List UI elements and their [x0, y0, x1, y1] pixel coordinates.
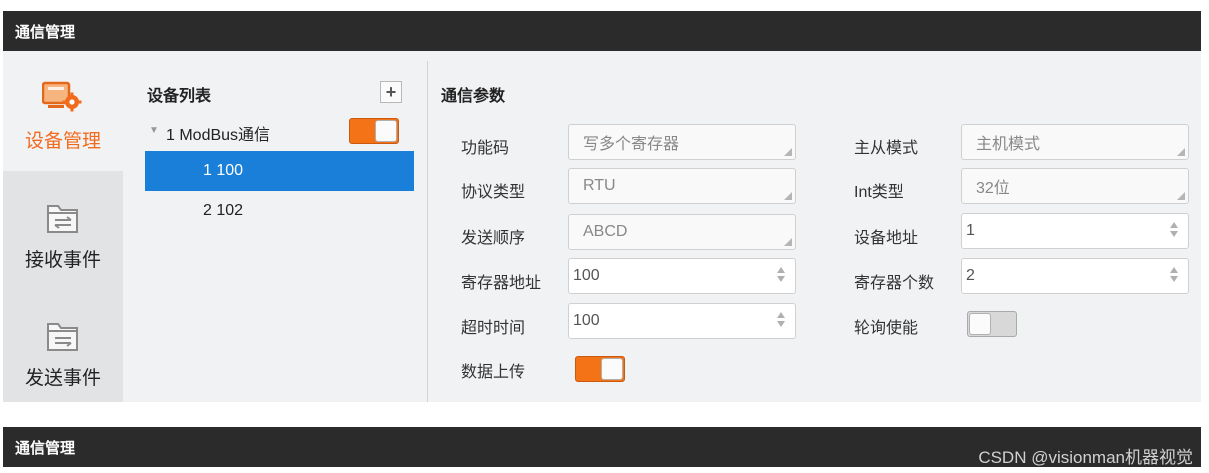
add-device-button[interactable]: +: [380, 81, 402, 103]
master-slave-select[interactable]: 主机模式: [961, 124, 1189, 160]
device-address-spinbox[interactable]: 1: [961, 213, 1189, 249]
spin-arrows-icon[interactable]: [776, 312, 786, 330]
register-count-value: 2: [966, 267, 975, 284]
nav-device-management[interactable]: 设备管理: [3, 51, 123, 171]
device-list-item[interactable]: 2 102: [145, 191, 414, 231]
folder-send-icon: [45, 319, 81, 358]
register-count-spinbox[interactable]: 2: [961, 258, 1189, 294]
spin-arrows-icon[interactable]: [776, 267, 786, 285]
device-item-label: 2 102: [203, 202, 244, 219]
nav-label: 接收事件: [24, 250, 101, 271]
folder-receive-icon: [45, 201, 81, 240]
dropdown-grip-icon: [1177, 192, 1185, 200]
plus-icon: +: [385, 82, 397, 102]
int-type-label: Int类型: [854, 184, 904, 201]
communication-panel: 设备管理 接收事件 发送事件 设备列表 + ▼ 1 ModBus通信 1 100…: [3, 51, 1201, 402]
device-list-item[interactable]: 1 100: [145, 151, 414, 191]
timeout-label: 超时时间: [461, 320, 526, 337]
spin-arrows-icon[interactable]: [1169, 222, 1179, 240]
send-order-label: 发送顺序: [461, 230, 526, 247]
device-list-title: 设备列表: [147, 88, 212, 105]
device-gear-icon: [41, 81, 84, 118]
device-address-value: 1: [966, 222, 975, 239]
register-address-label: 寄存器地址: [461, 275, 542, 292]
toggle-knob: [375, 120, 397, 142]
polling-enable-toggle[interactable]: [967, 311, 1017, 337]
protocol-type-value: RTU: [583, 177, 616, 194]
toggle-knob: [601, 358, 623, 380]
panel-divider: [427, 61, 428, 402]
send-order-value: ABCD: [583, 223, 628, 240]
chevron-down-icon[interactable]: ▼: [149, 125, 159, 136]
register-address-spinbox[interactable]: 100: [568, 258, 796, 294]
dropdown-grip-icon: [784, 148, 792, 156]
toggle-knob: [969, 313, 991, 335]
function-code-label: 功能码: [461, 140, 510, 157]
master-slave-value: 主机模式: [976, 136, 1041, 153]
data-upload-toggle[interactable]: [575, 356, 625, 382]
timeout-value: 100: [573, 312, 600, 329]
device-group-row[interactable]: ▼ 1 ModBus通信: [147, 118, 417, 149]
dropdown-grip-icon: [1177, 148, 1185, 156]
protocol-type-select[interactable]: RTU: [568, 168, 796, 204]
function-code-select[interactable]: 写多个寄存器: [568, 124, 796, 160]
nav-receive-events[interactable]: 接收事件: [3, 171, 123, 286]
dropdown-grip-icon: [784, 192, 792, 200]
side-nav: 设备管理 接收事件 发送事件: [3, 51, 123, 402]
dropdown-grip-icon: [784, 238, 792, 246]
device-address-label: 设备地址: [854, 230, 919, 247]
send-order-select[interactable]: ABCD: [568, 214, 796, 250]
nav-label: 设备管理: [24, 131, 101, 152]
int-type-value: 32位: [976, 180, 1010, 197]
device-group-enable-toggle[interactable]: [349, 118, 399, 144]
window-titlebar: 通信管理: [3, 11, 1201, 51]
device-list: 设备列表 + ▼ 1 ModBus通信 1 100 2 102: [123, 51, 427, 402]
timeout-spinbox[interactable]: 100: [568, 303, 796, 339]
params-title: 通信参数: [441, 88, 506, 105]
register-count-label: 寄存器个数: [854, 275, 935, 292]
protocol-type-label: 协议类型: [461, 184, 526, 201]
device-item-label: 1 100: [203, 162, 244, 179]
window-title: 通信管理: [15, 23, 76, 41]
spin-arrows-icon[interactable]: [1169, 267, 1179, 285]
nav-send-events[interactable]: 发送事件: [3, 286, 123, 402]
int-type-select[interactable]: 32位: [961, 168, 1189, 204]
master-slave-label: 主从模式: [854, 140, 919, 157]
data-upload-label: 数据上传: [461, 364, 526, 381]
device-group-label: 1 ModBus通信: [166, 127, 271, 144]
register-address-value: 100: [573, 267, 600, 284]
watermark-text: CSDN @visionman机器视觉: [978, 448, 1193, 467]
polling-enable-label: 轮询使能: [854, 320, 919, 337]
function-code-value: 写多个寄存器: [583, 136, 680, 153]
window-title: 通信管理: [15, 439, 76, 457]
nav-label: 发送事件: [24, 368, 101, 389]
